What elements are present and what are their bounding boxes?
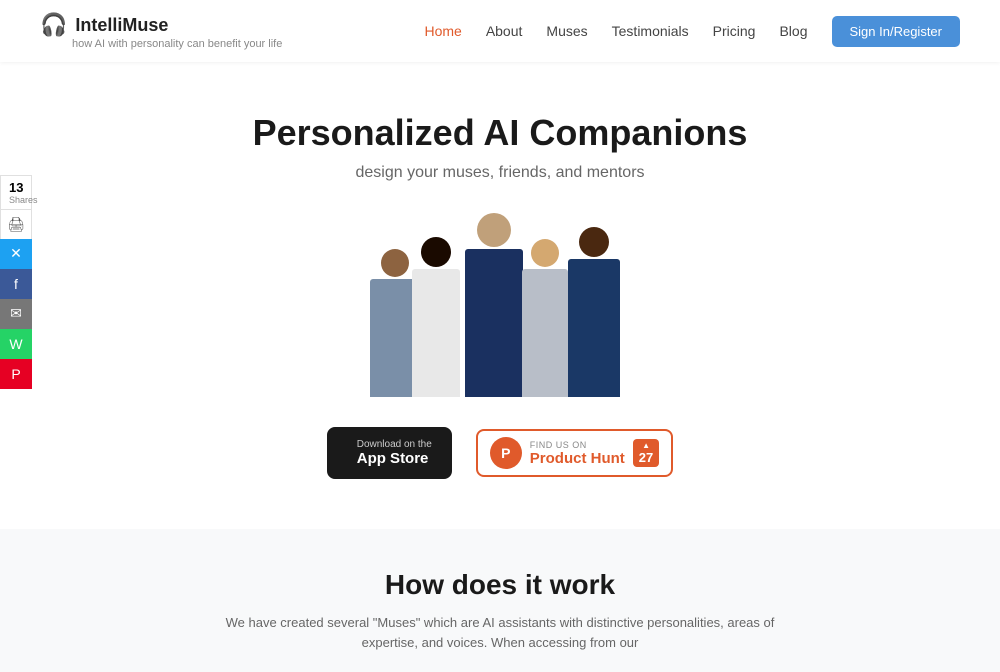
person-2 xyxy=(412,237,460,397)
how-title: How does it work xyxy=(20,569,980,601)
product-hunt-big-text: Product Hunt xyxy=(530,450,625,467)
facebook-button[interactable]: f xyxy=(0,269,32,299)
hero-title: Personalized AI Companions xyxy=(20,112,980,154)
pinterest-button[interactable]: P xyxy=(0,359,32,389)
hero-section: Personalized AI Companions design your m… xyxy=(0,62,1000,529)
people-group xyxy=(370,212,630,397)
nav-blog[interactable]: Blog xyxy=(779,23,807,39)
product-hunt-text: FIND US ON Product Hunt xyxy=(530,440,625,467)
product-hunt-badge: ▲ 27 xyxy=(633,439,659,467)
navbar: 🎧 IntelliMuse how AI with personality ca… xyxy=(0,0,1000,62)
brand-icon: 🎧 xyxy=(40,12,67,38)
email-button[interactable]: ✉ xyxy=(0,299,32,329)
nav-muses[interactable]: Muses xyxy=(546,23,587,39)
how-section: How does it work We have created several… xyxy=(0,529,1000,672)
hero-subtitle: design your muses, friends, and mentors xyxy=(20,164,980,182)
product-hunt-small-text: FIND US ON xyxy=(530,440,625,450)
hero-image xyxy=(20,212,980,397)
whatsapp-button[interactable]: W xyxy=(0,329,32,359)
brand-name: IntelliMuse xyxy=(75,15,168,36)
person-3 xyxy=(465,213,523,397)
twitter-button[interactable]: ✕ xyxy=(0,239,32,269)
product-hunt-icon: P xyxy=(490,437,522,469)
person-4 xyxy=(522,239,568,397)
nav-pricing[interactable]: Pricing xyxy=(713,23,756,39)
shares-number: 13 xyxy=(9,180,23,195)
brand-logo: 🎧 IntelliMuse xyxy=(40,12,282,38)
badge-arrow: ▲ xyxy=(642,441,650,450)
person-5 xyxy=(568,227,620,397)
shares-count: 13 Shares xyxy=(0,175,32,209)
social-sidebar: 13 Shares 🖨 ✕ f ✉ W P xyxy=(0,175,32,389)
app-store-text: Download on the App Store xyxy=(357,439,432,467)
how-text: We have created several "Muses" which ar… xyxy=(200,613,800,652)
badge-count: 27 xyxy=(639,450,653,465)
cta-row: Download on the App Store P FIND US ON P… xyxy=(20,427,980,479)
app-store-big-text: App Store xyxy=(357,450,432,467)
brand: 🎧 IntelliMuse how AI with personality ca… xyxy=(40,12,282,50)
nav-testimonials[interactable]: Testimonials xyxy=(612,23,689,39)
nav-about[interactable]: About xyxy=(486,23,523,39)
sign-in-button[interactable]: Sign In/Register xyxy=(832,16,961,47)
nav-links: Home About Muses Testimonials Pricing Bl… xyxy=(424,16,960,47)
app-store-small-text: Download on the xyxy=(357,439,432,450)
shares-label: Shares xyxy=(9,195,23,205)
nav-home[interactable]: Home xyxy=(424,23,461,39)
brand-tagline: how AI with personality can benefit your… xyxy=(72,38,282,50)
app-store-button[interactable]: Download on the App Store xyxy=(327,427,452,479)
product-hunt-button[interactable]: P FIND US ON Product Hunt ▲ 27 xyxy=(476,429,673,477)
print-button[interactable]: 🖨 xyxy=(0,209,32,239)
